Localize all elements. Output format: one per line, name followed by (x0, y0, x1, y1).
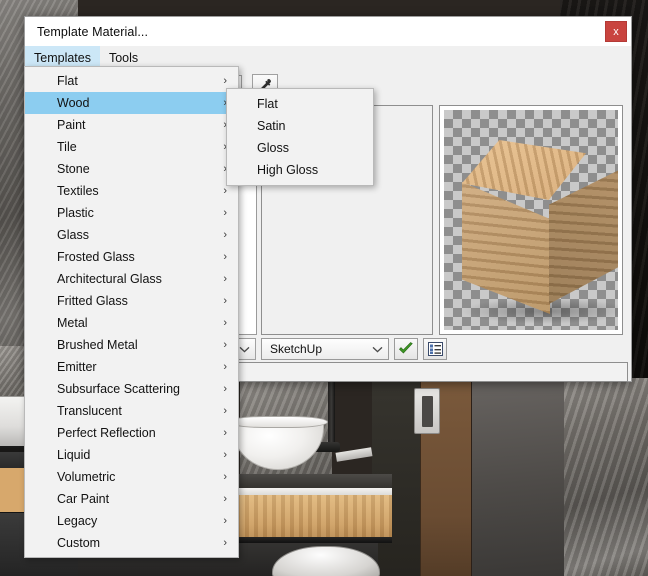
submenu-item-label: Satin (257, 119, 286, 133)
green-check-icon (398, 342, 414, 356)
bg-wood-drawer (236, 495, 392, 537)
preview-cube-face-left (462, 182, 550, 314)
menu-item-label: Subsurface Scattering (57, 382, 180, 396)
menu-item-textiles[interactable]: Textiles › (25, 180, 238, 202)
menu-item-label: Fritted Glass (57, 294, 128, 308)
wood-submenu: Flat Satin Gloss High Gloss (226, 88, 374, 186)
menu-item-perfect-reflection[interactable]: Perfect Reflection › (25, 422, 238, 444)
bg-drawer-shadow (236, 537, 392, 543)
chevron-right-icon: › (223, 317, 227, 329)
bg-flush-plate (414, 388, 440, 434)
chevron-down-icon (372, 346, 383, 353)
menu-item-metal[interactable]: Metal › (25, 312, 238, 334)
menu-item-translucent[interactable]: Translucent › (25, 400, 238, 422)
menu-item-wood[interactable]: Wood› (25, 92, 238, 114)
chevron-right-icon: › (223, 273, 227, 285)
chevron-right-icon: › (223, 75, 227, 87)
bg-faucet-column (328, 372, 335, 450)
menu-item-label: Frosted Glass (57, 250, 135, 264)
menu-item-label: Liquid (57, 448, 90, 462)
chevron-right-icon: › (223, 471, 227, 483)
menu-item-label: Emitter (57, 360, 97, 374)
menu-item-label: Paint (57, 118, 86, 132)
menu-item-label: Metal (57, 316, 88, 330)
chevron-right-icon: › (223, 449, 227, 461)
chevron-right-icon: › (223, 383, 227, 395)
chevron-right-icon: › (223, 207, 227, 219)
close-button[interactable]: x (605, 21, 627, 42)
menu-item-label: Perfect Reflection (57, 426, 156, 440)
submenu-item-label: Flat (257, 97, 278, 111)
submenu-item-flat[interactable]: Flat (227, 93, 373, 115)
preview-checkerboard-backdrop (444, 110, 618, 330)
menu-item-architectural-glass[interactable]: Architectural Glass › (25, 268, 238, 290)
menu-item-label: Brushed Metal (57, 338, 138, 352)
chevron-right-icon: › (223, 185, 227, 197)
menu-item-tile[interactable]: Tile› (25, 136, 238, 158)
apply-button[interactable] (394, 338, 418, 360)
chevron-right-icon: › (223, 515, 227, 527)
bg-counter-slab (236, 474, 392, 488)
menu-item-custom[interactable]: Custom › (25, 532, 238, 554)
chevron-right-icon: › (223, 251, 227, 263)
menu-item-car-paint[interactable]: Car Paint › (25, 488, 238, 510)
menu-item-subsurface-scattering[interactable]: Subsurface Scattering › (25, 378, 238, 400)
chevron-right-icon: › (223, 427, 227, 439)
menu-item-stone[interactable]: Stone› (25, 158, 238, 180)
menu-item-label: Glass (57, 228, 89, 242)
menu-item-flat[interactable]: Flat › (25, 70, 238, 92)
chevron-right-icon: › (223, 537, 227, 549)
menu-item-label: Volumetric (57, 470, 115, 484)
chevron-right-icon: › (223, 339, 227, 351)
templates-dropdown-menu: Flat›Wood›Paint›Tile›Stone›Textiles›Plas… (24, 66, 239, 558)
chevron-right-icon: › (223, 405, 227, 417)
bg-counter-edge (236, 488, 392, 495)
menu-item-label: Tile (57, 140, 77, 154)
submenu-item-label: Gloss (257, 141, 289, 155)
menu-item-plastic[interactable]: Plastic › (25, 202, 238, 224)
chevron-down-icon (239, 346, 250, 353)
menu-item-liquid[interactable]: Liquid › (25, 444, 238, 466)
details-list-button[interactable] (423, 338, 447, 360)
chevron-right-icon: › (223, 361, 227, 373)
submenu-item-gloss[interactable]: Gloss (227, 137, 373, 159)
menu-item-label: Wood (57, 96, 89, 110)
menu-item-label: Car Paint (57, 492, 109, 506)
chevron-right-icon: › (223, 493, 227, 505)
menu-item-fritted-glass[interactable]: Fritted Glass › (25, 290, 238, 312)
dialog-titlebar: Template Material... x (25, 17, 631, 46)
material-preview-panel[interactable] (439, 105, 623, 335)
menu-item-label: Flat (57, 74, 78, 88)
menu-item-label: Stone (57, 162, 90, 176)
submenu-item-high-gloss[interactable]: High Gloss (227, 159, 373, 181)
bg-sink-rim (228, 416, 328, 428)
dialog-title: Template Material... (25, 25, 148, 39)
submenu-item-satin[interactable]: Satin (227, 115, 373, 137)
menu-item-label: Architectural Glass (57, 272, 162, 286)
menu-item-label: Plastic (57, 206, 94, 220)
menu-item-emitter[interactable]: Emitter › (25, 356, 238, 378)
bg-panel-right (468, 370, 564, 576)
menu-item-label: Textiles (57, 184, 99, 198)
menu-item-legacy[interactable]: Legacy › (25, 510, 238, 532)
renderer-select[interactable]: SketchUp (261, 338, 389, 360)
chevron-right-icon: › (223, 229, 227, 241)
menu-item-label: Legacy (57, 514, 97, 528)
menu-item-volumetric[interactable]: Volumetric › (25, 466, 238, 488)
menu-item-label: Translucent (57, 404, 122, 418)
menu-item-paint[interactable]: Paint› (25, 114, 238, 136)
list-details-icon (428, 342, 443, 356)
menu-item-glass[interactable]: Glass › (25, 224, 238, 246)
menu-item-brushed-metal[interactable]: Brushed Metal › (25, 334, 238, 356)
menu-item-label: Custom (57, 536, 100, 550)
menu-item-frosted-glass[interactable]: Frosted Glass › (25, 246, 238, 268)
submenu-item-label: High Gloss (257, 163, 318, 177)
bg-towel-bar (336, 447, 373, 462)
renderer-select-value: SketchUp (270, 342, 322, 356)
chevron-right-icon: › (223, 295, 227, 307)
